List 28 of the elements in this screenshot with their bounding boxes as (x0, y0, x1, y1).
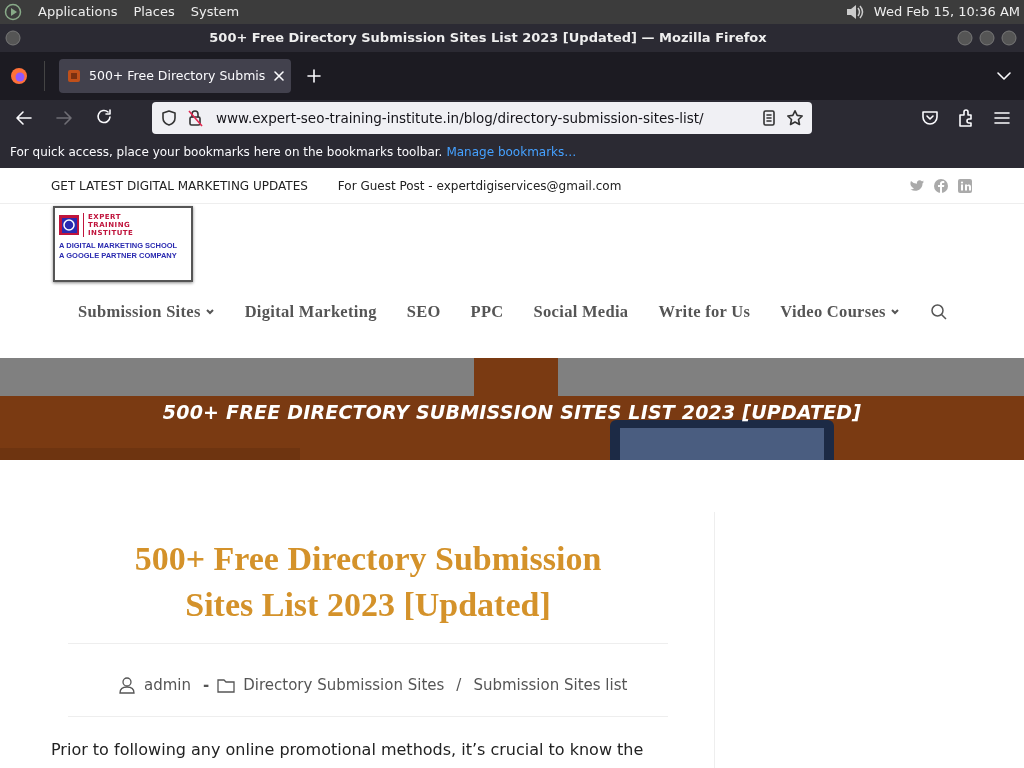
window-title: 500+ Free Directory Submission Sites List 2023 [Updated] — Mozilla Firefox (208, 29, 768, 48)
nav-link[interactable]: PPC (470, 300, 504, 325)
nav-link[interactable]: Submission Sites (78, 300, 201, 325)
article-paragraph: Prior to following any online promotional methods, it’s crucial to know the (51, 739, 644, 761)
tab-title: 500+ Free Directory Submis (89, 66, 266, 85)
topbar-text: GET LATEST DIGITAL MARKETING UPDATES (51, 177, 308, 195)
meta-separator: / (456, 675, 462, 696)
topbar-text: For Guest Post - expertdigiservices@gmail.com (337, 177, 622, 195)
browser-tab[interactable]: 500+ Free Directory Submis (59, 59, 291, 93)
clock[interactable]: Wed Feb 15, 10:36 AM (873, 2, 1020, 22)
nav-link[interactable]: Social Media (533, 300, 629, 325)
nav-link[interactable]: Write for Us (658, 300, 751, 325)
panel-menu[interactable]: System (190, 2, 240, 22)
category-link[interactable]: Submission Sites list (473, 674, 628, 697)
panel-menu[interactable]: Applications (38, 2, 118, 22)
category-link[interactable]: Directory Submission Sites (243, 674, 445, 697)
article-title: 500+ Free Directory Submission Sites List 2023 [Updated] (133, 539, 603, 625)
bookmarks-hint: For quick access, place your bookmarks here on the bookmarks toolbar. (10, 144, 443, 161)
nav-link[interactable]: Video Courses (780, 300, 886, 325)
url-text: www.expert-seo-training-institute.in/blog/directory-submission-sites-list/ (216, 108, 705, 128)
address-bar[interactable]: www.expert-seo-training-institute.in/blog/directory-submission-sites-list/ (152, 102, 812, 134)
meta-separator: - (203, 675, 210, 696)
nav-link[interactable]: Digital Marketing (244, 300, 377, 325)
nav-link[interactable]: SEO (406, 300, 441, 325)
hero-title: 500+ FREE DIRECTORY SUBMISSION SITES LIST 2023 [UPDATED] (161, 400, 863, 425)
panel-menu[interactable]: Places (133, 2, 175, 22)
author-link[interactable]: admin (144, 674, 191, 697)
manage-bookmarks-link[interactable]: Manage bookmarks… (446, 143, 577, 161)
